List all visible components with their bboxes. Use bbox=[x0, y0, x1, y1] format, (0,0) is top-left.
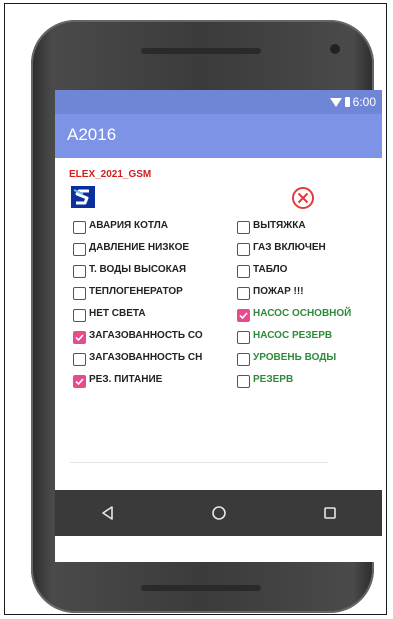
checkbox-checked[interactable] bbox=[237, 308, 250, 322]
checkbox-unchecked[interactable] bbox=[237, 286, 250, 300]
right-alarm-checkbox-row[interactable]: ГАЗ ВКЛЮЧЕН bbox=[55, 240, 382, 258]
right-alarm-checkbox-row[interactable]: ТАБЛО bbox=[55, 262, 382, 280]
alarm-label: ТАБЛО bbox=[253, 264, 288, 275]
home-circle-icon bbox=[212, 506, 226, 520]
right-alarm-checkbox-row[interactable]: РЕЗЕРВ bbox=[55, 372, 382, 390]
right-alarm-checkbox-row[interactable]: ПОЖАР !!! bbox=[55, 284, 382, 302]
alarm-label: НАСОС ОСНОВНОЙ bbox=[253, 308, 352, 319]
right-alarm-checkbox-row[interactable]: ВЫТЯЖКА bbox=[55, 218, 382, 236]
back-triangle-icon bbox=[102, 506, 113, 520]
s-logo-icon bbox=[71, 186, 95, 208]
check-icon bbox=[239, 311, 248, 319]
recents-square-icon bbox=[324, 507, 336, 519]
alarm-label: РЕЗЕРВ bbox=[253, 374, 294, 385]
device-screen: 6:00 A2016 ELEX_2021_GSM АВАРИЯ КОТЛА ДА… bbox=[55, 90, 382, 562]
nav-recents-button[interactable] bbox=[318, 502, 342, 524]
nav-home-button[interactable] bbox=[207, 502, 231, 524]
checkbox-unchecked[interactable] bbox=[237, 264, 250, 278]
checkbox-unchecked[interactable] bbox=[237, 242, 250, 256]
stop-circle-icon bbox=[292, 187, 314, 209]
status-icons: 6:00 bbox=[329, 95, 376, 109]
app-bar: A2016 bbox=[55, 114, 382, 158]
checkbox-unchecked[interactable] bbox=[237, 374, 250, 388]
screenshot-frame: 6:00 A2016 ELEX_2021_GSM АВАРИЯ КОТЛА ДА… bbox=[4, 3, 387, 615]
battery-icon bbox=[344, 97, 350, 107]
right-alarm-checkbox-row[interactable]: УРОВЕНЬ ВОДЫ bbox=[55, 350, 382, 368]
alarm-label: ПОЖАР !!! bbox=[253, 286, 304, 297]
nav-back-button[interactable] bbox=[96, 502, 120, 524]
stop-button[interactable] bbox=[283, 184, 323, 212]
right-alarm-checkbox-row[interactable]: НАСОС РЕЗЕРВ bbox=[55, 328, 382, 346]
right-alarm-checkbox-row[interactable]: НАСОС ОСНОВНОЙ bbox=[55, 306, 382, 324]
checkbox-unchecked[interactable] bbox=[237, 330, 250, 344]
checkbox-unchecked[interactable] bbox=[237, 352, 250, 366]
navigation-bar bbox=[55, 490, 382, 536]
alarm-label: НАСОС РЕЗЕРВ bbox=[253, 330, 333, 341]
status-time: 6:00 bbox=[352, 95, 376, 109]
front-camera bbox=[330, 44, 340, 54]
wifi-icon bbox=[329, 97, 342, 107]
brand-label: ELEX_2021_GSM bbox=[69, 169, 152, 180]
top-speaker bbox=[141, 48, 261, 54]
alarm-label: УРОВЕНЬ ВОДЫ bbox=[253, 352, 337, 363]
app-title: A2016 bbox=[67, 125, 117, 144]
checkbox-unchecked[interactable] bbox=[237, 220, 250, 234]
status-bar: 6:00 bbox=[55, 90, 382, 114]
bottom-speaker bbox=[141, 585, 261, 591]
main-content: ELEX_2021_GSM АВАРИЯ КОТЛА ДАВЛЕНИЕ НИЗКО… bbox=[55, 158, 382, 490]
list-divider bbox=[70, 462, 328, 463]
alarm-label: ГАЗ ВКЛЮЧЕН bbox=[253, 242, 326, 253]
alarm-label: ВЫТЯЖКА bbox=[253, 220, 306, 231]
